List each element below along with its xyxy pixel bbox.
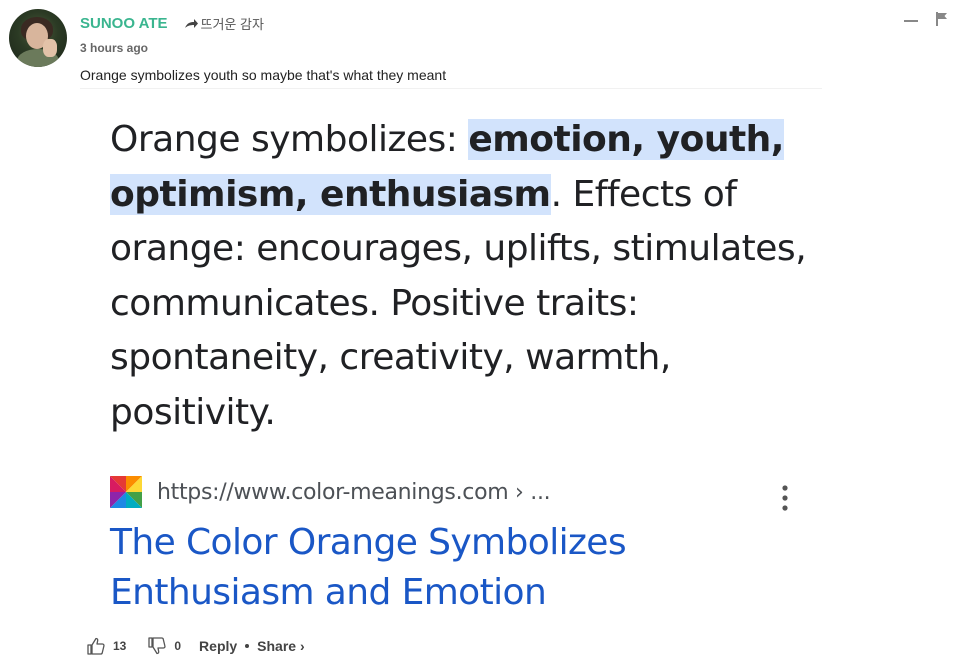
like-count: 13 [113,639,127,653]
minimize-icon[interactable] [904,12,918,26]
source-row: https://www.color-meanings.com › ... [110,476,551,508]
reply-to[interactable]: 뜨거운 감자 [184,14,264,33]
result-title-text[interactable]: The Color Orange Symbolizes Enthusiasm a… [110,522,627,613]
reply-button[interactable]: Reply [199,638,237,654]
favicon-icon [110,476,142,508]
dislike-count: 0 [174,639,182,653]
arrow-reply-icon [184,18,198,28]
share-button[interactable]: Share › [257,638,304,654]
author-name[interactable]: SUNOO ATE [80,15,168,32]
reply-to-name: 뜨거운 감자 [200,17,264,32]
comment-timestamp[interactable]: 3 hours ago [80,41,148,55]
comment-header: SUNOO ATE 뜨거운 감자 [80,14,264,33]
separator-dot [245,644,250,648]
search-snippet: Orange symbolizes: emotion, youth, optim… [110,113,810,440]
snippet-lead: Orange symbolizes: [110,119,469,160]
thumbs-down-icon [148,637,166,655]
avatar[interactable] [9,9,67,67]
comment-text: Orange symbolizes youth so maybe that's … [80,67,447,83]
more-vert-icon[interactable] [778,484,792,512]
source-url[interactable]: https://www.color-meanings.com › ... [157,480,551,505]
result-title[interactable]: The Color Orange Symbolizes Enthusiasm a… [110,518,730,618]
comment-top-actions [904,12,948,26]
comment-actions: 13 0 Reply Share › [87,637,305,655]
thumbs-up-icon [87,637,105,655]
divider [80,88,822,89]
like-button[interactable]: 13 [87,637,126,655]
dislike-button[interactable]: 0 [148,637,181,655]
flag-icon[interactable] [936,12,948,26]
